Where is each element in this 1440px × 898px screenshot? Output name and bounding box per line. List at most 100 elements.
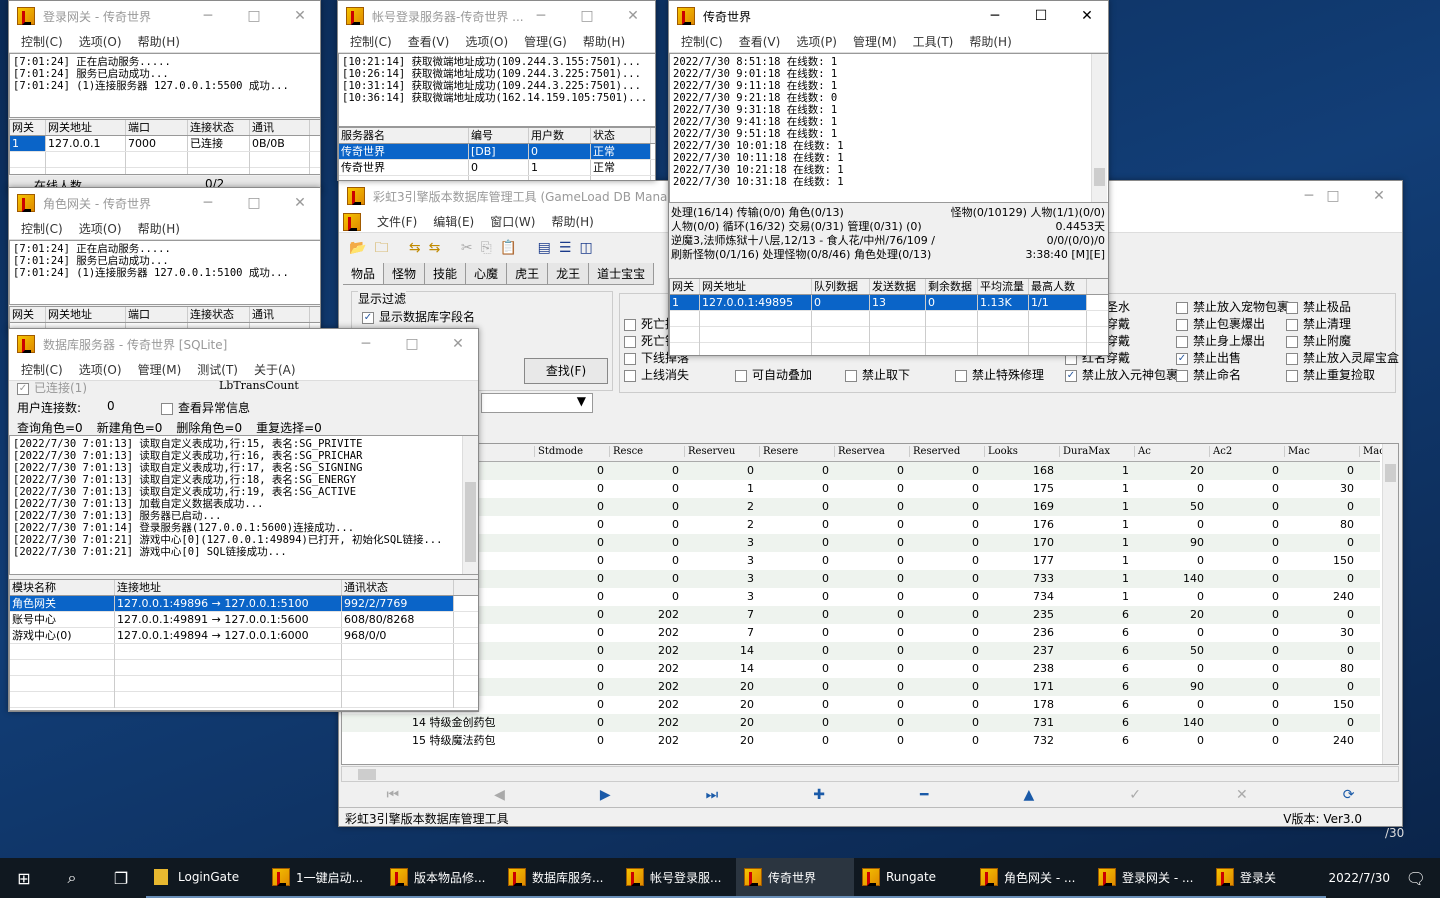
column-header[interactable]: Reserveu [684, 446, 759, 457]
import-icon[interactable]: ⇆ [409, 240, 429, 256]
horizontal-scrollbar[interactable] [341, 766, 1399, 782]
checkbox-box[interactable]: ✓ [1176, 352, 1188, 365]
column-header[interactable]: 最高人数 [1029, 279, 1087, 294]
filter-dropdown[interactable]: ▼ [481, 393, 593, 413]
attribute-checkbox[interactable]: 禁止身上爆出 [1176, 332, 1265, 349]
table-row[interactable]: 小里)00100017510030 [342, 480, 1380, 498]
checkbox-box[interactable] [1286, 301, 1298, 314]
table-row[interactable]: 中里)00200017610080 [342, 516, 1380, 534]
open-icon[interactable]: 📂 [349, 240, 374, 256]
next-record-icon[interactable]: ▶ [600, 787, 611, 803]
column-header[interactable]: 用户数 [529, 128, 591, 143]
menu-item[interactable]: 编辑(E) [425, 213, 482, 230]
column-header[interactable]: 网关 [10, 120, 46, 135]
menu-item[interactable]: 选项(O) [71, 220, 130, 237]
minimize-button[interactable]: ─ [343, 329, 389, 359]
tab[interactable]: 龙王 [548, 263, 590, 284]
minimize-button[interactable]: ─ [518, 1, 564, 31]
column-header[interactable]: 端口 [126, 307, 188, 322]
taskbar-item[interactable]: LoginGate [146, 858, 264, 898]
close-button[interactable]: ✕ [610, 1, 655, 31]
checkbox-box[interactable] [845, 369, 857, 382]
taskbar-item[interactable]: Rungate [854, 858, 972, 898]
menu-item[interactable]: 管理(G) [516, 33, 575, 50]
maximize-button[interactable]: ☐ [1018, 1, 1064, 31]
menu-item[interactable]: 管理(M) [130, 361, 190, 378]
last-record-icon[interactable]: ⏭ [706, 787, 719, 803]
cascade-icon[interactable]: ▤ [538, 240, 559, 256]
attribute-checkbox[interactable]: 禁止重复捡取 [1286, 366, 1375, 383]
checkbox-box[interactable] [624, 335, 636, 348]
table-row[interactable]: 账号中心 127.0.0.1:49891 → 127.0.0.1:5600 608/… [10, 612, 478, 628]
column-header[interactable]: Reservea [834, 446, 909, 457]
show-field-names-checkbox[interactable]: ✓ 显示数据库字段名 [362, 308, 475, 325]
column-header[interactable]: 平均流量 [978, 279, 1029, 294]
checkbox-box[interactable] [1286, 369, 1298, 382]
menu-item[interactable]: 控制(C) [342, 33, 400, 50]
cancel-icon[interactable]: ✕ [1236, 787, 1248, 803]
column-header[interactable]: Reserved [909, 446, 984, 457]
close-button[interactable]: ✕ [435, 329, 478, 359]
insert-icon[interactable]: ✚ [813, 787, 825, 803]
attribute-checkbox[interactable]: 可自动叠加 [735, 366, 812, 383]
column-header[interactable]: 队列数据 [812, 279, 870, 294]
column-header[interactable]: 网关地址 [46, 120, 126, 135]
close-button[interactable]: ✕ [277, 188, 320, 218]
attribute-checkbox[interactable]: 禁止命名 [1176, 366, 1241, 383]
copy-icon[interactable]: ⎘ [481, 240, 500, 256]
start-button[interactable]: ⊞ [0, 869, 48, 888]
column-header[interactable]: 网关 [10, 307, 46, 322]
menu-item[interactable]: 帮助(H) [130, 33, 188, 50]
menu-item[interactable]: 控制(C) [13, 33, 71, 50]
prior-record-icon[interactable]: ◀ [494, 787, 505, 803]
menu-item[interactable]: 帮助(H) [543, 213, 601, 230]
menu-item[interactable]: 选项(O) [71, 33, 130, 50]
table-row[interactable]: 15 特级魔法药包 0 202 20 0 0 0 732 6 0 0 240 [342, 732, 1380, 750]
taskbar-item[interactable]: 帐号登录服... [618, 858, 736, 898]
attribute-checkbox[interactable]: 禁止放入灵犀宝盒 [1286, 349, 1399, 366]
column-header[interactable]: Mac [1284, 446, 1359, 457]
column-header[interactable]: 通讯状态 [342, 580, 454, 595]
column-header[interactable]: 发送数据 [870, 279, 926, 294]
column-header[interactable]: 连接状态 [188, 120, 250, 135]
find-button[interactable]: 查找(F) [524, 358, 608, 384]
table-row[interactable]: 药003000734100240 [342, 588, 1380, 606]
attribute-checkbox[interactable]: 禁止附魔 [1286, 332, 1351, 349]
maximize-button[interactable]: □ [564, 1, 610, 31]
menu-item[interactable]: 管理(M) [845, 33, 905, 50]
table-row[interactable]: 大里)003000177100150 [342, 552, 1380, 570]
taskbar-item[interactable]: 传奇世界 [736, 858, 854, 898]
checkbox-box[interactable] [1176, 318, 1188, 331]
edit-icon[interactable]: ▲ [1023, 787, 1034, 803]
attribute-checkbox[interactable]: 禁止极品 [1286, 298, 1351, 315]
attribute-checkbox[interactable]: ✓ 禁止出售 [1176, 349, 1241, 366]
minimize-button[interactable]: ─ [185, 188, 231, 218]
column-header[interactable]: Ac [1134, 446, 1209, 457]
close-button[interactable]: ✕ [277, 1, 320, 31]
taskbar-item[interactable]: 数据库服务... [500, 858, 618, 898]
table-row[interactable]: 1 127.0.0.1 7000 已连接 0B/0B [10, 136, 320, 152]
table-row[interactable]: 小）包0202700023660030 [342, 624, 1380, 642]
column-header[interactable]: Resce [609, 446, 684, 457]
menu-item[interactable]: 关于(A) [246, 361, 304, 378]
taskbar-item[interactable]: 登录网关 - ... [1090, 858, 1208, 898]
paste-icon[interactable]: 📋 [500, 240, 525, 256]
checkbox-box[interactable] [1286, 335, 1298, 348]
attribute-checkbox[interactable]: 禁止包裹爆出 [1176, 315, 1265, 332]
table-row[interactable]: 药020220000178600150 [342, 696, 1380, 714]
folder-icon[interactable]: 🗀 [374, 240, 396, 256]
menu-item[interactable]: 查看(V) [400, 33, 458, 50]
close-button[interactable]: ✕ [1064, 1, 1108, 31]
checkbox-box[interactable] [624, 318, 636, 331]
minimize-button[interactable]: ─ [972, 1, 1018, 31]
table-row[interactable]: 大里)00300017019000 [342, 534, 1380, 552]
maximize-button[interactable]: □ [1310, 181, 1356, 211]
taskbar-item[interactable]: 角色网关 - ... [972, 858, 1090, 898]
export-icon[interactable]: ⇆ [429, 240, 449, 256]
tab[interactable]: 道士宝宝 [589, 263, 655, 284]
column-header[interactable]: 端口 [126, 120, 188, 135]
attribute-checkbox[interactable]: ✓ 禁止放入元神包裹 [1065, 366, 1178, 383]
column-header[interactable]: Looks [984, 446, 1059, 457]
tab[interactable]: 虎王 [507, 263, 549, 284]
column-header[interactable]: 通讯 [250, 307, 310, 322]
